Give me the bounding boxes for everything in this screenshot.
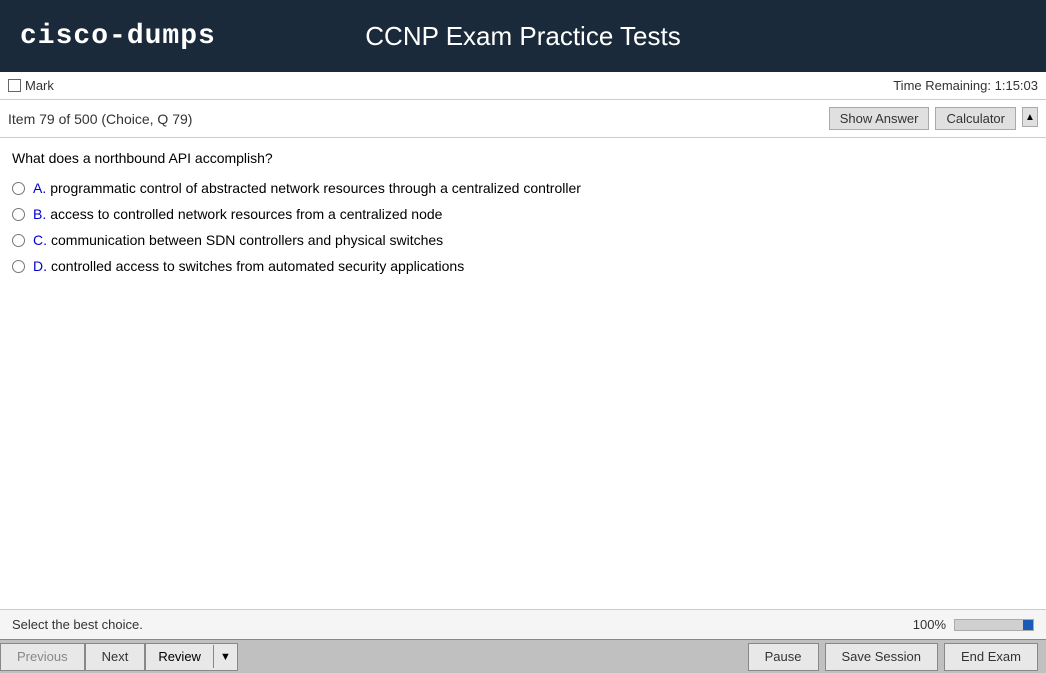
- radio-a[interactable]: [12, 182, 25, 195]
- item-bar: Item 79 of 500 (Choice, Q 79) Show Answe…: [0, 100, 1046, 138]
- mark-text: Mark: [25, 78, 54, 93]
- pause-button[interactable]: Pause: [748, 643, 819, 671]
- status-bar: Select the best choice. 100%: [0, 609, 1046, 639]
- progress-bar-container: [954, 619, 1034, 631]
- review-dropdown-arrow[interactable]: ▼: [214, 647, 237, 667]
- option-c-letter: C.: [33, 232, 47, 248]
- calculator-button[interactable]: Calculator: [935, 107, 1016, 130]
- show-answer-button[interactable]: Show Answer: [829, 107, 930, 130]
- bottom-nav: Previous Next Review ▼ Pause Save Sessio…: [0, 639, 1046, 673]
- logo: cisco-dumps: [20, 21, 216, 52]
- option-d-label: D.controlled access to switches from aut…: [33, 258, 464, 274]
- option-a[interactable]: A.programmatic control of abstracted net…: [12, 180, 1022, 196]
- status-text: Select the best choice.: [12, 617, 143, 632]
- nav-right: Pause Save Session End Exam: [748, 643, 1046, 671]
- progress-area: 100%: [913, 617, 1034, 632]
- nav-left: Previous Next Review ▼: [0, 643, 238, 671]
- header: cisco-dumps CCNP Exam Practice Tests: [0, 0, 1046, 72]
- end-exam-button[interactable]: End Exam: [944, 643, 1038, 671]
- option-b[interactable]: B.access to controlled network resources…: [12, 206, 1022, 222]
- scroll-up-icon[interactable]: ▲: [1022, 107, 1038, 127]
- option-c[interactable]: C.communication between SDN controllers …: [12, 232, 1022, 248]
- option-d-letter: D.: [33, 258, 47, 274]
- save-session-button[interactable]: Save Session: [825, 643, 939, 671]
- item-info: Item 79 of 500 (Choice, Q 79): [8, 111, 192, 127]
- time-remaining: Time Remaining: 1:15:03: [893, 78, 1038, 93]
- option-a-letter: A.: [33, 180, 46, 196]
- radio-c[interactable]: [12, 234, 25, 247]
- progress-bar-fill: [1023, 620, 1033, 630]
- radio-d[interactable]: [12, 260, 25, 273]
- radio-b[interactable]: [12, 208, 25, 221]
- review-button-group[interactable]: Review ▼: [145, 643, 238, 671]
- previous-button[interactable]: Previous: [0, 643, 85, 671]
- item-buttons: Show Answer Calculator ▲: [829, 107, 1038, 130]
- option-b-label: B.access to controlled network resources…: [33, 206, 442, 222]
- mark-checkbox[interactable]: [8, 79, 21, 92]
- main-content: What does a northbound API accomplish? A…: [0, 138, 1046, 609]
- option-a-label: A.programmatic control of abstracted net…: [33, 180, 581, 196]
- mark-label-group[interactable]: Mark: [8, 78, 54, 93]
- review-label[interactable]: Review: [146, 645, 214, 668]
- option-b-letter: B.: [33, 206, 46, 222]
- option-d[interactable]: D.controlled access to switches from aut…: [12, 258, 1022, 274]
- option-c-label: C.communication between SDN controllers …: [33, 232, 443, 248]
- progress-pct: 100%: [913, 617, 946, 632]
- question-text: What does a northbound API accomplish?: [12, 150, 1022, 166]
- mark-bar: Mark Time Remaining: 1:15:03: [0, 72, 1046, 100]
- header-title: CCNP Exam Practice Tests: [365, 21, 680, 52]
- next-button[interactable]: Next: [85, 643, 146, 671]
